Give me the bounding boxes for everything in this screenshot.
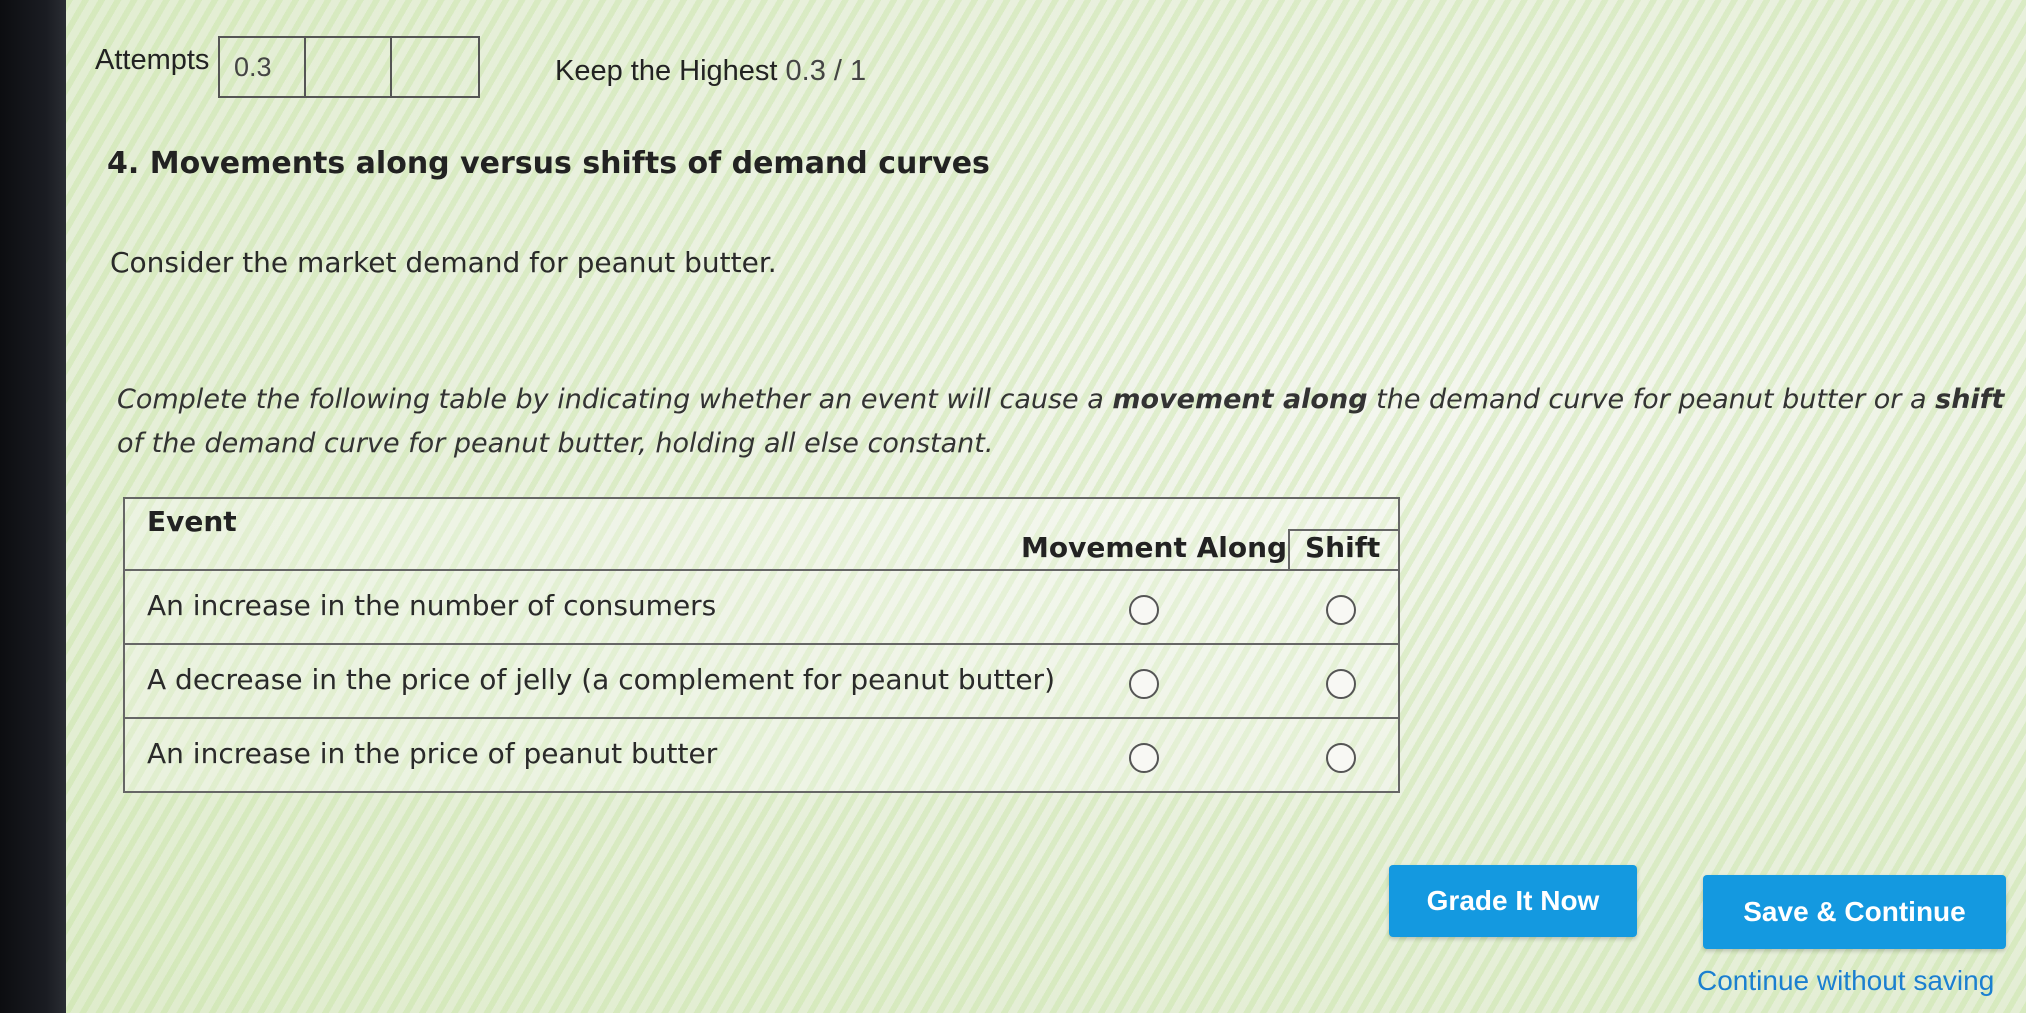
instructions-text-1: Complete the following table by indicati… [117,384,1113,415]
instructions-bold-shift: shift [1935,384,2005,415]
attempt-box-3 [392,38,478,96]
attempt-box-1: 0.3 [220,38,306,96]
header-shift: Shift [1305,531,1381,564]
radio-shift[interactable] [1326,595,1356,625]
radio-movement-along[interactable] [1129,743,1159,773]
radio-movement-along[interactable] [1129,669,1159,699]
instructions-text-3: of the demand curve for peanut butter, h… [117,428,994,459]
keep-highest-score: Keep the Highest 0.3 / 1 [555,55,866,88]
grade-it-now-button[interactable]: Grade It Now [1389,865,1637,937]
question-instructions: Complete the following table by indicati… [117,378,2017,466]
question-title: 4. Movements along versus shifts of dema… [107,146,990,181]
row-event-label: A decrease in the price of jelly (a comp… [147,663,1055,696]
table-row: A decrease in the price of jelly (a comp… [125,645,1398,719]
header-movement-along: Movement Along [1021,531,1288,564]
row-event-label: An increase in the price of peanut butte… [147,737,718,770]
instructions-bold-movement: movement along [1112,384,1368,415]
attempts-label: Attempts [95,44,210,76]
attempts-boxes: 0.3 [218,36,480,98]
attempt-box-2 [306,38,392,96]
question-intro: Consider the market demand for peanut bu… [110,246,777,279]
events-table: Event Movement Along Shift An increase i… [123,497,1400,793]
row-event-label: An increase in the number of consumers [147,589,717,622]
table-header: Event Movement Along Shift [125,499,1398,571]
table-row: An increase in the price of peanut butte… [125,719,1398,791]
score-value: 0.3 / 1 [785,55,867,87]
radio-shift[interactable] [1326,669,1356,699]
continue-without-saving-link[interactable]: Continue without saving [1697,965,1994,997]
keep-highest-label: Keep the Highest [555,55,778,87]
radio-shift[interactable] [1326,743,1356,773]
header-event: Event [147,505,237,538]
instructions-text-2: the demand curve for peanut butter or a [1367,384,1936,415]
radio-movement-along[interactable] [1129,595,1159,625]
table-row: An increase in the number of consumers [125,571,1398,645]
save-continue-button[interactable]: Save & Continue [1703,875,2006,949]
monitor-bezel [0,0,66,1013]
